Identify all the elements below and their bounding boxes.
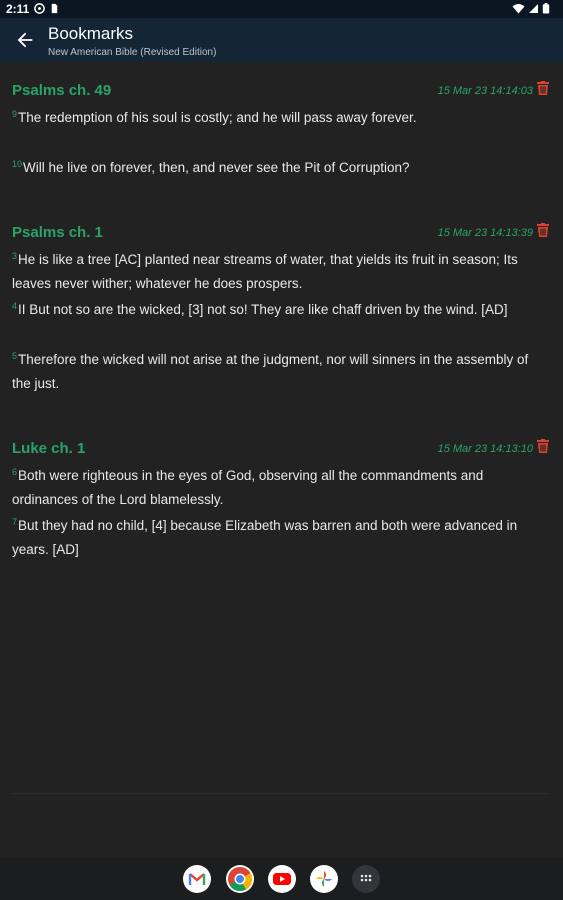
verse-text: He is like a tree [AC] planted near stre…	[12, 252, 518, 291]
verse-number: 6	[12, 466, 18, 477]
bookmark-header: Psalms ch. 49 15 Mar 23 14:14:03	[0, 80, 563, 104]
sim-status-icon	[51, 3, 58, 14]
page-title: Bookmarks	[48, 24, 134, 43]
chrome-icon[interactable]	[226, 865, 254, 893]
status-time: 2:11	[6, 2, 30, 16]
bookmark-title[interactable]: Psalms ch. 1	[12, 224, 103, 241]
battery-icon	[542, 3, 550, 14]
delete-bookmark-icon[interactable]	[537, 223, 549, 237]
verse-text: II But not so are the wicked, [3] not so…	[18, 302, 508, 317]
verse[interactable]: 5Therefore the wicked will not arise at …	[12, 348, 547, 396]
verse-text: Therefore the wicked will not arise at t…	[12, 352, 529, 391]
settings-status-icon	[34, 3, 45, 14]
verse-text: But they had no child, [4] because Eliza…	[12, 518, 518, 557]
bookmark-header: Luke ch. 1 15 Mar 23 14:13:10	[0, 438, 563, 462]
youtube-icon[interactable]	[268, 865, 296, 893]
verse[interactable]: 3He is like a tree [AC] planted near str…	[12, 248, 547, 296]
photos-icon[interactable]	[310, 865, 338, 893]
bible-version-subtitle: New American Bible (Revised Edition)	[48, 47, 217, 58]
bookmark-header: Psalms ch. 1 15 Mar 23 14:13:39	[0, 222, 563, 246]
verse-text: The redemption of his soul is costly; an…	[18, 110, 417, 125]
bookmark-title[interactable]: Psalms ch. 49	[12, 82, 111, 99]
wifi-icon	[512, 4, 525, 14]
list-divider	[12, 793, 548, 794]
delete-bookmark-icon[interactable]	[537, 81, 549, 95]
back-arrow-icon[interactable]	[14, 29, 36, 51]
delete-bookmark-icon[interactable]	[537, 439, 549, 453]
verse[interactable]: 9The redemption of his soul is costly; a…	[12, 106, 547, 130]
verse-text: Will he live on forever, then, and never…	[23, 160, 410, 175]
taskbar	[0, 858, 563, 900]
verse-number: 9	[12, 108, 18, 119]
bookmark-title[interactable]: Luke ch. 1	[12, 440, 85, 457]
verse-number: 5	[12, 350, 18, 361]
verse-number: 4	[12, 300, 18, 311]
status-bar: 2:11	[0, 0, 563, 18]
verse-number: 3	[12, 250, 18, 261]
bookmark-date: 15 Mar 23 14:14:03	[437, 85, 533, 97]
signal-icon	[529, 4, 538, 13]
bookmark-date: 15 Mar 23 14:13:39	[437, 227, 533, 239]
verse-number: 10	[12, 158, 23, 169]
verse[interactable]: 4II But not so are the wicked, [3] not s…	[12, 298, 547, 322]
verse[interactable]: 7But they had no child, [4] because Eliz…	[12, 514, 547, 562]
app-bar: Bookmarks New American Bible (Revised Ed…	[0, 18, 563, 62]
gmail-icon[interactable]	[183, 865, 211, 893]
verse[interactable]: 10Will he live on forever, then, and nev…	[12, 156, 547, 180]
bookmark-date: 15 Mar 23 14:13:10	[437, 443, 533, 455]
verse-text: Both were righteous in the eyes of God, …	[12, 468, 484, 507]
verse[interactable]: 6Both were righteous in the eyes of God,…	[12, 464, 547, 512]
verse-number: 7	[12, 516, 18, 527]
app-drawer-icon[interactable]	[352, 865, 380, 893]
